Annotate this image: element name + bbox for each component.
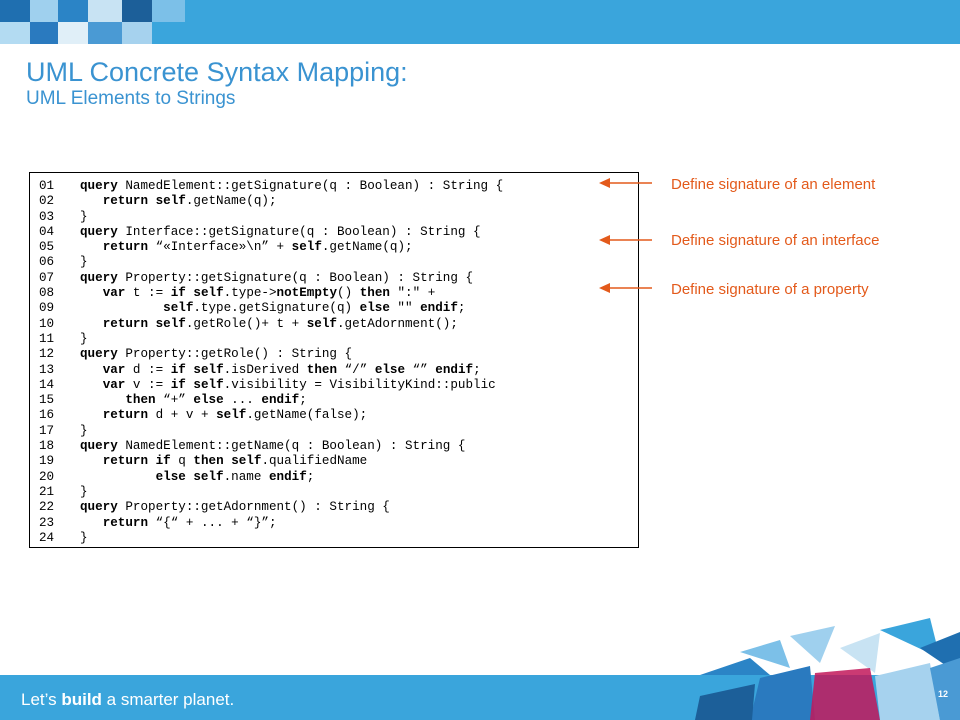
line-number: 10 — [39, 316, 55, 331]
line-number: 14 — [39, 377, 55, 392]
code-line: 18 query NamedElement::getName(q : Boolea… — [30, 439, 638, 454]
code-line: 21} — [30, 485, 638, 500]
line-number: 05 — [39, 240, 55, 255]
code-text: query Property::getAdornment() : String … — [80, 500, 390, 515]
line-number: 16 — [39, 408, 55, 423]
line-number: 18 — [39, 439, 55, 454]
line-number: 12 — [39, 347, 55, 362]
code-line: 23 return “{“ + ... + “}”; — [30, 516, 638, 531]
line-number: 07 — [39, 270, 55, 285]
code-line: 03} — [30, 210, 638, 225]
code-text: query Property::getSignature(q : Boolean… — [80, 270, 473, 285]
code-line: 22 query Property::getAdornment() : Strin… — [30, 500, 638, 515]
code-line: 12 query Property::getRole() : String { — [30, 347, 638, 362]
code-text: } — [80, 255, 88, 270]
code-line: 01 query NamedElement::getSignature(q : B… — [30, 179, 638, 194]
line-number: 20 — [39, 469, 55, 484]
line-number: 02 — [39, 194, 55, 209]
annotation-interface: Define signature of an interface — [671, 232, 880, 249]
line-number: 22 — [39, 500, 55, 515]
code-text: else self.name endif; — [155, 469, 315, 484]
code-listing: 01 query NamedElement::getSignature(q : B… — [29, 172, 639, 548]
code-text: query NamedElement::getName(q : Boolean)… — [80, 439, 466, 454]
arrow-interface — [599, 235, 652, 245]
code-line: 13 var d := if self.isDerived then “/” e… — [30, 363, 638, 378]
code-line: 11} — [30, 332, 638, 347]
code-line: 17} — [30, 424, 638, 439]
code-text: var v := if self.visibility = Visibility… — [102, 377, 496, 392]
code-text: } — [80, 423, 88, 438]
code-text: var t := if self.type->notEmpty() then "… — [102, 286, 436, 301]
line-number: 21 — [39, 484, 55, 499]
page-number: 12 — [937, 689, 948, 699]
code-line: 14 var v := if self.visibility = Visibil… — [30, 378, 638, 393]
annotation-property: Define signature of a property — [671, 281, 869, 298]
code-text: query Property::getRole() : String { — [80, 347, 353, 362]
line-number: 15 — [39, 393, 55, 408]
code-text: return self.getRole()+ t + self.getAdorn… — [102, 316, 458, 331]
code-text: return self.getName(q); — [102, 194, 277, 209]
code-line: 05 return “«Interface»\n” + self.getName… — [30, 240, 638, 255]
line-number: 13 — [39, 362, 55, 377]
page-subtitle: UML Elements to Strings — [26, 88, 236, 109]
code-line: 02 return self.getName(q); — [30, 194, 638, 209]
line-number: 06 — [39, 255, 55, 270]
code-text: return if q then self.qualifiedName — [102, 454, 368, 469]
arrow-property — [599, 283, 652, 293]
arrow-element — [599, 178, 652, 188]
code-line: 19 return if q then self.qualifiedName — [30, 454, 638, 469]
code-line: 15 then “+” else ... endif; — [30, 393, 638, 408]
code-text: } — [80, 530, 88, 545]
code-line: 16 return d + v + self.getName(false); — [30, 408, 638, 423]
line-number: 23 — [39, 515, 55, 530]
line-number: 01 — [39, 179, 55, 193]
corner-graphic — [695, 618, 960, 720]
image-mosaic — [0, 0, 185, 44]
line-number: 04 — [39, 224, 55, 239]
top-banner — [0, 0, 960, 44]
code-text: query Interface::getSignature(q : Boolea… — [80, 224, 481, 239]
code-line: 10 return self.getRole()+ t + self.getAd… — [30, 317, 638, 332]
code-text: } — [80, 209, 88, 224]
code-text: return “{“ + ... + “}”; — [102, 515, 277, 530]
line-number: 03 — [39, 209, 55, 224]
code-text: return d + v + self.getName(false); — [102, 408, 368, 423]
line-number: 09 — [39, 301, 55, 316]
annotation-element: Define signature of an element — [671, 176, 876, 193]
line-number: 08 — [39, 286, 55, 301]
code-text: } — [80, 331, 88, 346]
code-line: 07 query Property::getSignature(q : Boole… — [30, 271, 638, 286]
code-text: return “«Interface»\n” + self.getName(q)… — [102, 240, 413, 255]
line-number: 11 — [39, 331, 55, 346]
code-text: query NamedElement::getSignature(q : Boo… — [80, 179, 504, 193]
code-text: then “+” else ... endif; — [125, 393, 307, 408]
code-line: 08 var t := if self.type->notEmpty() the… — [30, 286, 638, 301]
code-text: self.type.getSignature(q) else "" endif; — [163, 301, 466, 316]
code-line: 06} — [30, 255, 638, 270]
code-line: 20 else self.name endif; — [30, 470, 638, 485]
page-title: UML Concrete Syntax Mapping: — [26, 57, 408, 87]
code-text: } — [80, 484, 88, 499]
code-text: var d := if self.isDerived then “/” else… — [102, 362, 481, 377]
code-line: 09 self.type.getSignature(q) else "" end… — [30, 301, 638, 316]
line-number: 24 — [39, 530, 55, 545]
footer-slogan: Let’s build a smarter planet. — [21, 690, 235, 709]
code-line: 24} — [30, 531, 638, 546]
line-number: 17 — [39, 423, 55, 438]
line-number: 19 — [39, 454, 55, 469]
code-line: 04 query Interface::getSignature(q : Bool… — [30, 225, 638, 240]
